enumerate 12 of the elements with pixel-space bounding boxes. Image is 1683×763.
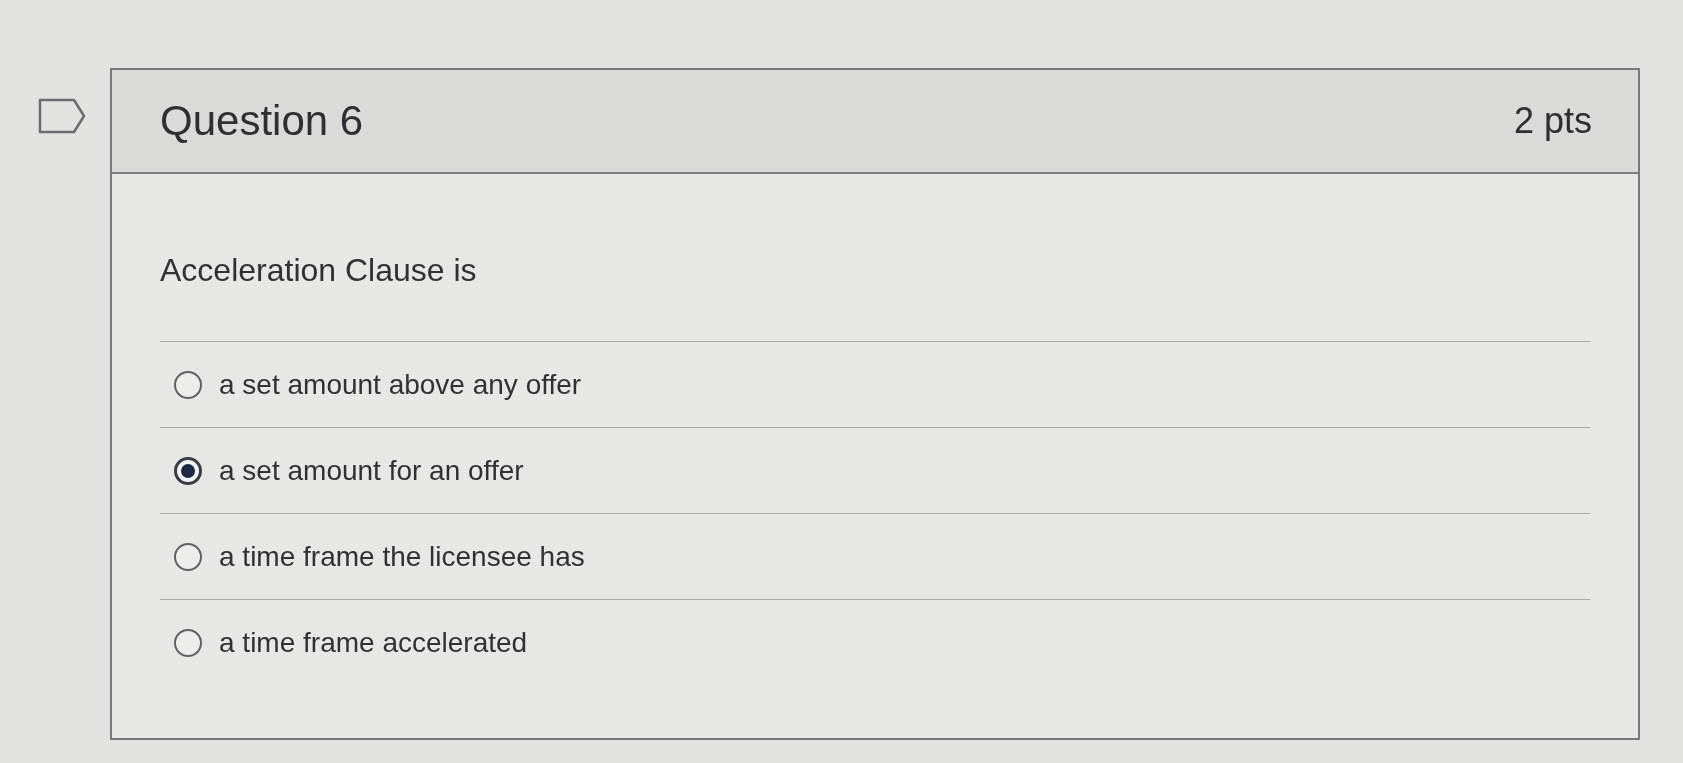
- radio-button[interactable]: [174, 370, 202, 399]
- question-points: 2 pts: [1513, 99, 1592, 143]
- radio-button[interactable]: [174, 629, 202, 657]
- radio-button[interactable]: [174, 456, 202, 485]
- answer-label: a time frame accelerated: [219, 626, 528, 660]
- question-title: Question 6: [160, 96, 364, 146]
- flag-icon[interactable]: [38, 98, 86, 134]
- radio-button[interactable]: [174, 542, 202, 571]
- answer-label: a set amount above any offer: [219, 367, 582, 402]
- question-prompt: Acceleration Clause is: [160, 251, 477, 290]
- answer-label: a time frame the licensee has: [219, 539, 585, 574]
- answer-label: a set amount for an offer: [219, 453, 524, 488]
